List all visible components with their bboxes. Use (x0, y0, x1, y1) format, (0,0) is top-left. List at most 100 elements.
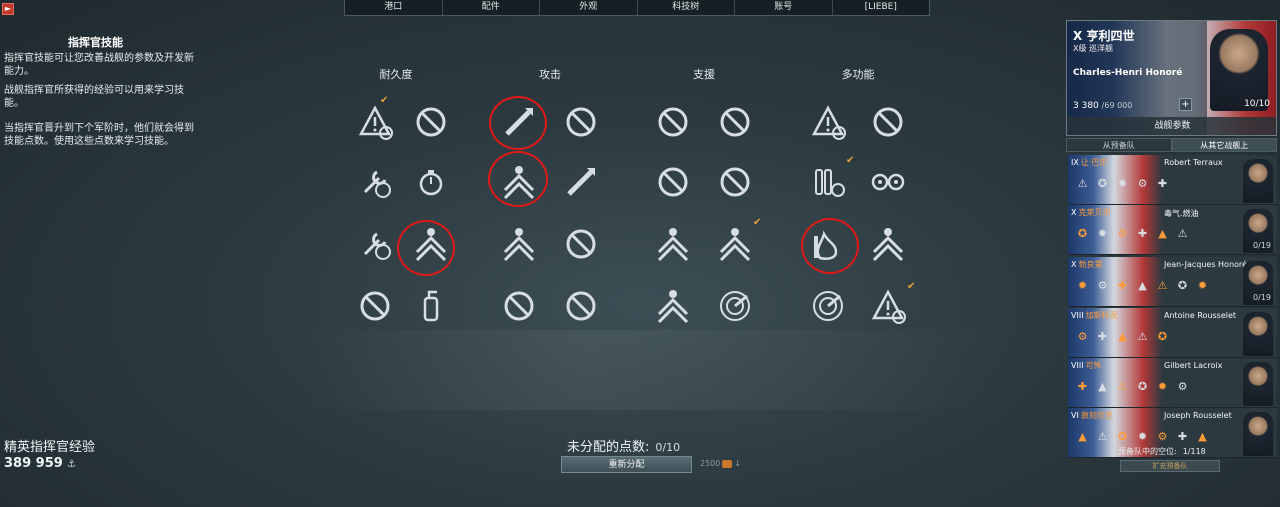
shell-skill-icon[interactable] (497, 160, 541, 204)
back-button[interactable]: ► (2, 3, 14, 15)
roster-skill-icon: ✚ (1177, 430, 1188, 443)
roster-skill-icon: ✪ (1077, 227, 1088, 240)
reset-cost: 2500 ↓ (700, 459, 741, 468)
ship-params-button[interactable]: 战舰参数 (1067, 117, 1276, 135)
tab-account[interactable]: 账号 (735, 0, 833, 15)
squadron-skill-icon[interactable] (651, 222, 695, 266)
repair-upgrade-icon[interactable] (353, 222, 397, 266)
roster-skill-icon: ⚠ (1177, 227, 1188, 240)
roster-skill-icon: ✪ (1137, 380, 1148, 393)
roster-commander-points: 0/19 (1253, 241, 1271, 250)
disabled-skill-icon[interactable] (559, 284, 603, 328)
disabled-skill-icon[interactable] (651, 100, 695, 144)
disabled-skill-icon[interactable] (713, 100, 757, 144)
roster-skill-icon: ✪ (1117, 430, 1128, 443)
repair-skill-icon[interactable] (353, 160, 397, 204)
commander-points-max: /10 (1255, 99, 1270, 109)
tab-port[interactable]: 港口 (345, 0, 443, 15)
add-xp-button[interactable]: + (1179, 98, 1192, 111)
commander-level: 3 (1073, 101, 1079, 111)
reserve-slots: 预备队中的空位: 1/118 (1118, 446, 1206, 457)
range-skill-icon[interactable] (559, 160, 603, 204)
disabled-skill-icon[interactable] (353, 284, 397, 328)
reset-skills-button[interactable]: 重新分配 (561, 456, 692, 473)
disabled-skill-icon[interactable] (713, 160, 757, 204)
roster-commander-row[interactable]: VIII 可怖 Gilbert Lacroix ✚ ▲ ⚠ ✪ ✹ ⚙ (1068, 358, 1277, 408)
roster-skill-icons: ▲ ⚠ ✪ ✹ ⚙ ✚ ▲ (1074, 428, 1211, 445)
ship-class: X级 巡洋舰 (1073, 44, 1114, 53)
ship-name: 亨利四世 (1086, 29, 1135, 43)
top-navigation: 港口 配件 外观 科技树 账号 [LIEBE] (344, 0, 930, 16)
roster-skill-icons: ✪ ✹ ⚙ ✚ ▲ ⚠ (1074, 225, 1191, 242)
incoming-fire-alert-icon[interactable] (866, 284, 910, 328)
commander-xp-max: /69 000 (1101, 101, 1133, 110)
secondary-skill-icon[interactable] (866, 222, 910, 266)
roster-skill-icon: ⚙ (1157, 430, 1168, 443)
roster-skill-icon: ✹ (1197, 279, 1208, 292)
roster-skill-icon: ⚠ (1117, 380, 1128, 393)
interceptor-skill-icon[interactable] (651, 284, 695, 328)
roster-skill-icon: ▲ (1198, 430, 1207, 443)
roster-skill-icon: ✹ (1157, 380, 1168, 393)
torpedo-skill-icon[interactable] (497, 100, 541, 144)
roster-commander-portrait (1243, 159, 1273, 203)
radar-skill-icon[interactable] (713, 284, 757, 328)
tab-exterior[interactable]: 外观 (540, 0, 638, 15)
roster-skill-icon: ✪ (1157, 330, 1168, 343)
radio-location-icon[interactable] (806, 284, 850, 328)
roster-skill-icon: ▲ (1138, 279, 1147, 292)
timer-skill-icon[interactable] (409, 160, 453, 204)
roster-skill-icon: ✪ (1177, 279, 1188, 292)
roster-skill-icon: ✹ (1077, 279, 1088, 292)
roster-skill-icon: ▲ (1158, 227, 1167, 240)
disabled-skill-icon[interactable] (559, 222, 603, 266)
roster-skill-icon: ✚ (1117, 279, 1128, 292)
roster-commander-row[interactable]: IX 让·巴尔 Robert Terraux ⚠ ✪ ✹ ⚙ ✚ (1068, 155, 1277, 205)
expand-reserve-button[interactable]: 扩充预备队 (1120, 460, 1220, 472)
priority-target-icon[interactable] (353, 100, 397, 144)
current-commander-card[interactable]: X 亨利四世 X级 巡洋舰 Charles-Henri Honoré 3 380… (1066, 20, 1277, 136)
roster-skill-icon: ⚙ (1137, 177, 1148, 190)
learned-check-icon: ✔ (846, 155, 855, 166)
tab-tech-tree[interactable]: 科技树 (638, 0, 735, 15)
ammo-skill-icon[interactable] (806, 160, 850, 204)
tab-upgrades[interactable]: 配件 (443, 0, 540, 15)
learned-check-icon: ✔ (753, 217, 762, 228)
fire-skill-icon[interactable] (806, 222, 850, 266)
roster-ship-tier: VIII (1071, 361, 1084, 370)
roster-ship: IX 让·巴尔 (1071, 157, 1107, 168)
roster-skill-icon: ⚙ (1097, 279, 1108, 292)
aircraft-armor-icon[interactable] (713, 222, 757, 266)
roster-skill-icons: ⚙ ✚ ▲ ⚠ ✪ (1074, 328, 1171, 345)
roster-commander-row[interactable]: X 勃良第 Jean-Jacques Honoré ✹ ⚙ ✚ ▲ ⚠ ✪ ✹ 0/19 (1068, 257, 1277, 307)
commander-xp: 3 380 /69 000 (1073, 101, 1132, 111)
roster-commander-row[interactable]: VIII 加斯科涅 Antoine Rousselet ⚙ ✚ ▲ ⚠ ✪ (1068, 308, 1277, 358)
extinguisher-icon[interactable] (409, 284, 453, 328)
learned-check-icon: ✔ (380, 95, 389, 106)
roster-skill-icons: ✹ ⚙ ✚ ▲ ⚠ ✪ ✹ (1074, 277, 1211, 294)
tab-clan[interactable]: [LIEBE] (833, 0, 930, 15)
fans-skill-icon[interactable] (866, 160, 910, 204)
roster-ship-name: 可怖 (1085, 361, 1102, 370)
roster-commander-row[interactable]: X 克莱贝尔 毒气.燃油 ✪ ✹ ⚙ ✚ ▲ ⚠ 0/19 (1068, 205, 1277, 255)
tab-from-reserve[interactable]: 从预备队 (1066, 138, 1172, 152)
roster-ship-tier: IX (1071, 158, 1079, 167)
roster-skill-icons: ⚠ ✪ ✹ ⚙ ✚ (1074, 175, 1171, 192)
disabled-skill-icon[interactable] (866, 100, 910, 144)
disabled-skill-icon[interactable] (409, 100, 453, 144)
aa-skill-icon[interactable] (409, 222, 453, 266)
disabled-skill-icon[interactable] (497, 284, 541, 328)
reserve-slots-label: 预备队中的空位: (1118, 447, 1177, 456)
background-streak (300, 330, 1000, 410)
disabled-skill-icon[interactable] (651, 160, 695, 204)
disabled-skill-icon[interactable] (559, 100, 603, 144)
rockets-skill-icon[interactable] (497, 222, 541, 266)
roster-commander-name: Robert Terraux (1164, 158, 1223, 167)
roster-skill-icon: ⚠ (1077, 177, 1088, 190)
tab-from-other-ships[interactable]: 从其它战舰上 (1171, 138, 1277, 152)
category-support: 支援 (693, 68, 715, 81)
roster-ship: X 克莱贝尔 (1071, 207, 1110, 218)
shell-warning-icon[interactable] (806, 100, 850, 144)
roster-ship-name: 让·巴尔 (1080, 158, 1108, 167)
roster-skill-icon: ⚙ (1117, 227, 1128, 240)
